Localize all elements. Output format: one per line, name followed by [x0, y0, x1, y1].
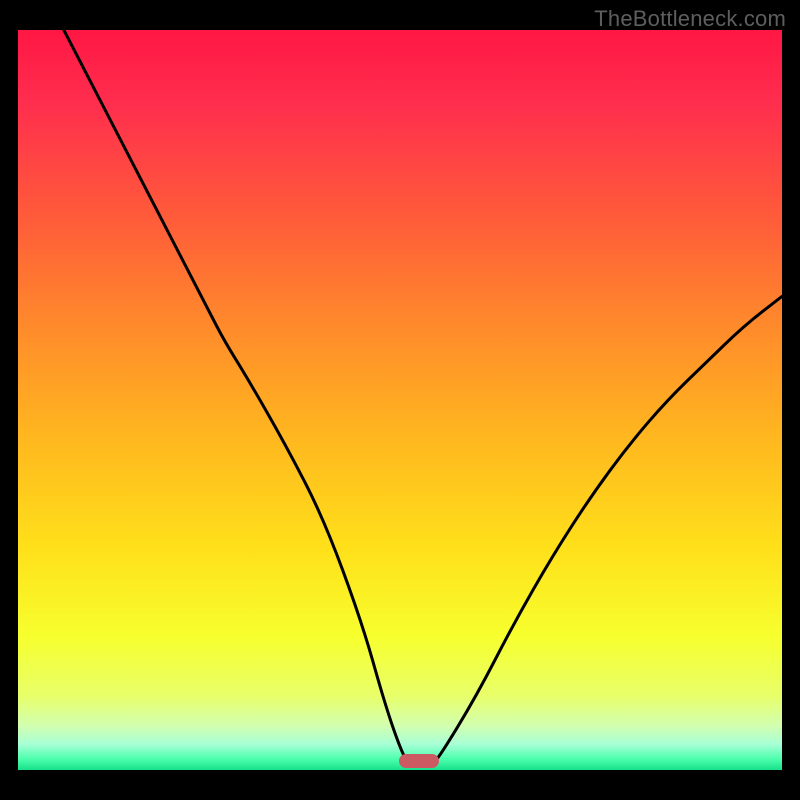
bottleneck-chart [18, 30, 782, 770]
watermark-text: TheBottleneck.com [594, 6, 786, 32]
optimal-marker [399, 754, 439, 768]
chart-svg [18, 30, 782, 770]
